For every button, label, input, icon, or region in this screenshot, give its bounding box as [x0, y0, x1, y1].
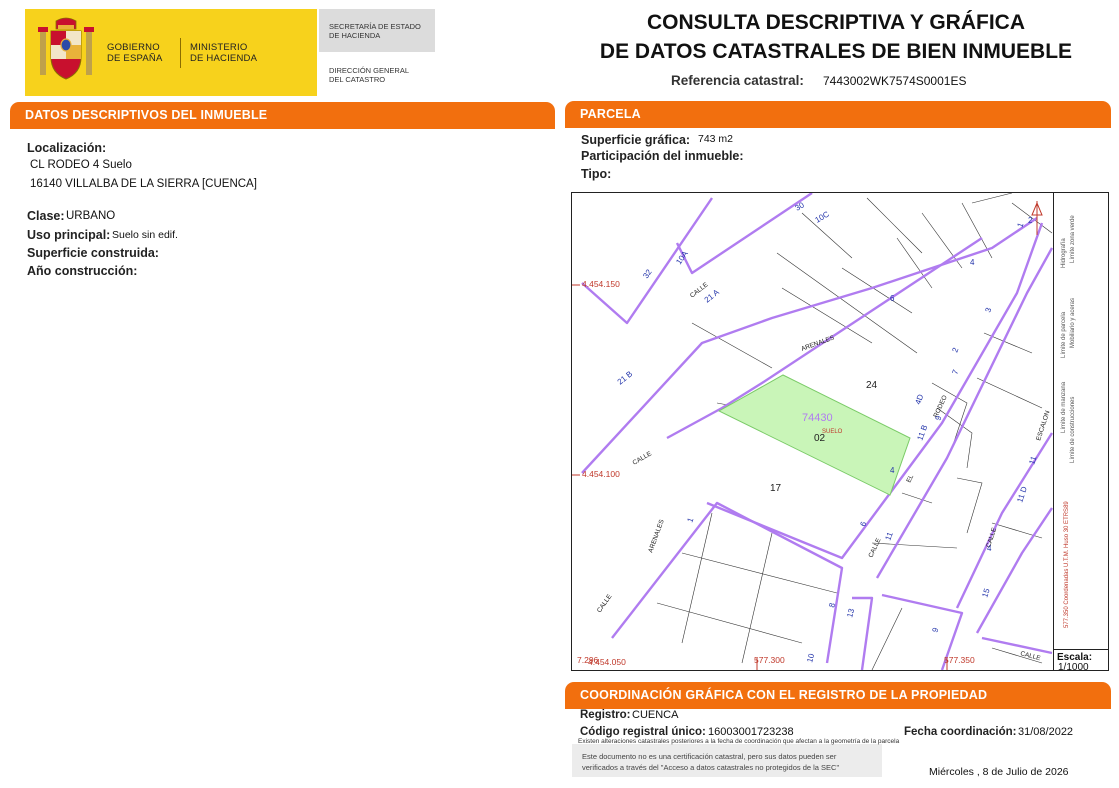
legend-coordenadas: 577.350 Coordenadas U.T.M. Huso 30 ETRS8… — [1064, 501, 1070, 628]
house-number: 6 — [890, 294, 895, 303]
legend-limite-zona-verde: Límite zona verde — [1070, 215, 1076, 263]
house-number: 4 — [890, 466, 895, 475]
parcel-17-label: 17 — [770, 483, 782, 494]
legend-hidrografia: Hidrografía — [1061, 238, 1067, 268]
fecha-coordinacion-label: Fecha coordinación: — [904, 726, 1017, 738]
logo-divider — [180, 38, 181, 68]
coord-x1: 577.300 — [754, 655, 785, 665]
direccion-line2: DEL CATASTRO — [329, 75, 386, 84]
house-number: 13 — [845, 607, 856, 618]
registro-value: CUENCA — [632, 709, 679, 721]
descriptivos-header: DATOS DESCRIPTIVOS DEL INMUEBLE — [10, 102, 555, 126]
parcel-24-label: 24 — [866, 380, 878, 391]
parcel-ref-label: 74430 — [802, 412, 833, 424]
registro-header: COORDINACIÓN GRÁFICA CON EL REGISTRO DE … — [565, 682, 1111, 706]
clase-label: Clase: — [27, 209, 65, 223]
house-number: 21 B — [616, 369, 635, 386]
house-number: 11 — [883, 530, 894, 541]
street-label-calle-6: CALLE — [1019, 650, 1041, 662]
secretaria-line1: SECRETARÍA DE ESTADO — [329, 22, 421, 31]
escala-value: 1/1000 — [1058, 662, 1089, 673]
ministerio-label: MINISTERIO DE HACIENDA — [190, 42, 257, 64]
codigo-registral-value: 16003001723238 — [708, 726, 794, 738]
house-number: 30 — [794, 200, 807, 213]
localizacion-line1: CL RODEO 4 Suelo — [30, 159, 132, 171]
legend-mobiliario: Mobiliario y aceras — [1070, 297, 1076, 348]
legend-limite-manzana: Límite de manzana — [1061, 381, 1067, 433]
secretaria-label: SECRETARÍA DE ESTADO DE HACIENDA — [329, 22, 421, 40]
legend-limite-parcela: Límite de parcela — [1061, 311, 1067, 358]
clase-value: URBANO — [66, 210, 116, 222]
localizacion-line2: 16140 VILLALBA DE LA SIERRA [CUENCA] — [30, 178, 257, 190]
parcela-header: PARCELA — [565, 101, 1111, 125]
house-number: 1 — [1015, 221, 1025, 229]
street-label-el: EL — [905, 473, 915, 484]
codigo-registral-label: Código registral único: — [580, 726, 706, 738]
coord-y2: 4.454.100 — [582, 469, 620, 479]
house-number: 10C — [814, 209, 831, 224]
direccion-line1: DIRECCIÓN GENERAL — [329, 66, 410, 75]
coord-y1: 4.454.150 — [582, 279, 620, 289]
house-number: 4D — [913, 393, 925, 406]
direccion-label: DIRECCIÓN GENERAL DEL CATASTRO — [329, 66, 409, 84]
street-label-arenales-2: ARENALES — [647, 518, 666, 554]
fecha-coordinacion-value: 31/08/2022 — [1018, 726, 1074, 738]
uso-label: Uso principal: — [27, 228, 111, 242]
gobierno-line2: DE ESPAÑA — [107, 53, 163, 64]
street-label-calle-4: CALLE — [867, 537, 882, 559]
tipo-label: Tipo: — [581, 167, 612, 181]
registro-label: Registro: — [580, 709, 631, 721]
parcela-title: PARCELA — [580, 107, 641, 121]
localizacion-label: Localización: — [27, 141, 107, 155]
street-label-calle-2: CALLE — [632, 450, 654, 467]
descriptivos-title: DATOS DESCRIPTIVOS DEL INMUEBLE — [25, 108, 268, 122]
title-line2: DE DATOS CATASTRALES DE BIEN INMUEBLE — [599, 40, 1073, 63]
parcela-rule — [565, 125, 1111, 128]
street-label-calle-3: CALLE — [596, 593, 614, 614]
house-number: 11 B — [915, 424, 929, 442]
house-number: 32 — [641, 267, 654, 280]
descriptivos-rule — [10, 126, 555, 129]
registro-title: COORDINACIÓN GRÁFICA CON EL REGISTRO DE … — [580, 688, 988, 702]
street-label-arenales-1: ARENALES — [800, 334, 836, 353]
uso-value: Suelo sin edif. — [112, 229, 178, 241]
superficie-grafica-label: Superficie gráfica: — [581, 133, 691, 147]
house-number: 7 — [950, 368, 960, 376]
ref-catastral-value: 7443002WK7574S0001ES — [823, 74, 967, 88]
house-number: 10 — [805, 652, 816, 663]
house-number: 2 — [1028, 216, 1033, 225]
secretaria-line2: DE HACIENDA — [329, 31, 381, 40]
disclaimer-line2: verificados a través del "Acceso a datos… — [582, 763, 840, 772]
ref-catastral-label: Referencia catastral: — [671, 73, 804, 88]
coord-x0: 7.296 — [577, 655, 599, 665]
parcel-number: 02 — [814, 433, 826, 444]
cadastral-map-drawing: 4.454.150 4.454.100 4.454.050 7.296 577.… — [572, 193, 1053, 670]
map-legend: Límite de manzana Límite de parcela Lími… — [1053, 193, 1109, 649]
gobierno-label: GOBIERNO DE ESPAÑA — [107, 42, 162, 64]
house-number: 15 — [980, 587, 991, 599]
house-number: 9 — [930, 626, 940, 634]
title-line1: CONSULTA DESCRIPTIVA Y GRÁFICA — [646, 11, 1026, 34]
house-number: 1 — [685, 516, 695, 524]
document-date: Miércoles , 8 de Julio de 2026 — [929, 766, 1069, 778]
ministerio-line2: DE HACIENDA — [190, 53, 258, 64]
alteraciones-note: Existen alteraciones catastrales posteri… — [578, 738, 900, 745]
legend-limite-construcciones: Límite de construcciones — [1070, 396, 1076, 463]
house-number: 3 — [983, 306, 993, 314]
anio-construccion-label: Año construcción: — [27, 264, 138, 278]
gobierno-line1: GOBIERNO — [107, 42, 160, 53]
participacion-label: Participación del inmueble: — [581, 149, 744, 163]
coord-x2: 577.350 — [944, 655, 975, 665]
house-number: 4 — [987, 544, 992, 553]
house-number: 2 — [950, 346, 960, 354]
house-number: 4 — [970, 258, 975, 267]
ministerio-line1: MINISTERIO — [190, 42, 248, 53]
disclaimer-text: Este documento no es una certificación c… — [582, 751, 839, 773]
superficie-construida-label: Superficie construida: — [27, 246, 159, 260]
coat-of-arms-icon — [38, 17, 94, 80]
superficie-grafica-value: 743 m2 — [698, 133, 734, 145]
house-number: 6 — [858, 520, 868, 528]
page-title: CONSULTA DESCRIPTIVA Y GRÁFICA DE DATOS … — [560, 8, 1112, 66]
disclaimer-line1: Este documento no es una certificación c… — [582, 752, 837, 761]
